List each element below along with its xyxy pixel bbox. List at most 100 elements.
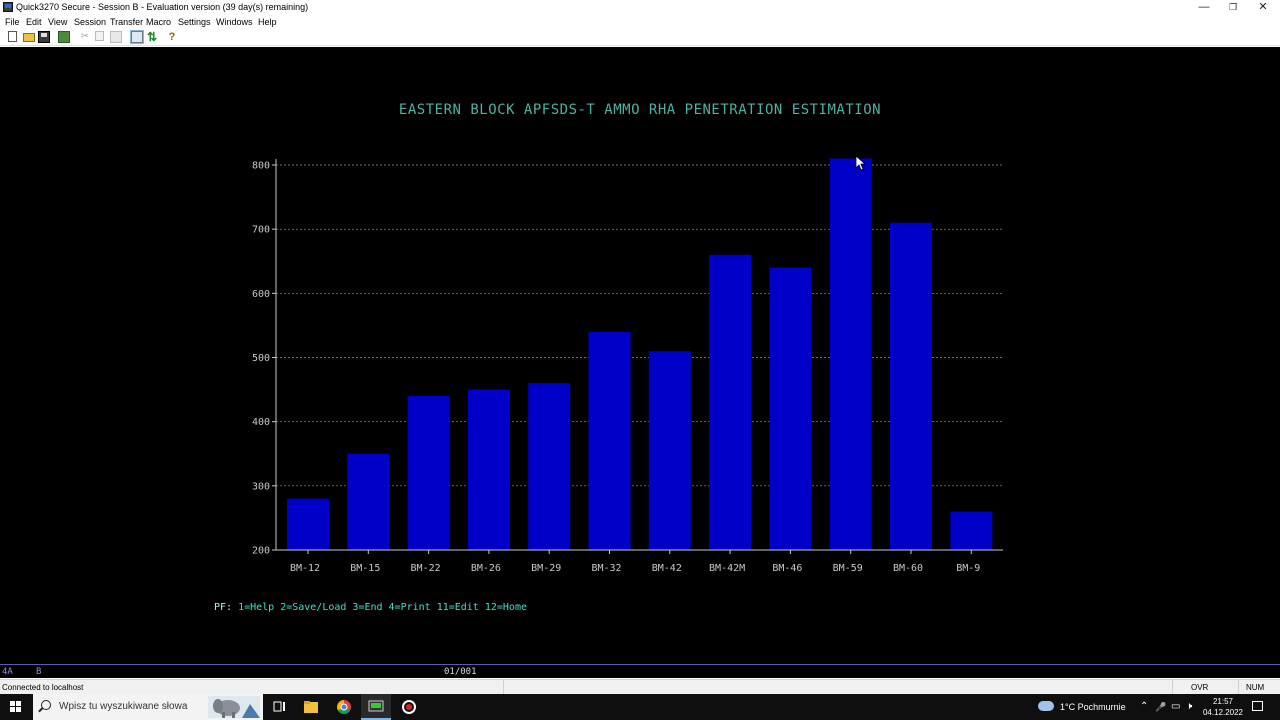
cloud-icon [1038, 701, 1054, 711]
weather-text: 1°C Pochmurnie [1060, 702, 1126, 712]
notification-icon[interactable] [1252, 701, 1263, 711]
volume-icon[interactable]: 🕨 [1186, 701, 1192, 713]
taskbar-clock[interactable]: 21:57 04.12.2022 [1200, 696, 1246, 718]
bar-bm-42 [648, 351, 691, 550]
open-folder-icon[interactable] [23, 33, 35, 42]
menu-help[interactable]: Help [258, 16, 277, 28]
menu-file[interactable]: File [5, 16, 20, 28]
x-tick-label: BM-12 [290, 563, 320, 574]
pf-key-line: PF: 1=Help 2=Save/Load 3=End 4=Print 11=Edit 1… [214, 602, 527, 613]
mouse-pointer-icon [856, 156, 866, 171]
search-icon [41, 700, 51, 710]
y-tick-label: 800 [252, 161, 270, 172]
bar-bm-59 [829, 158, 872, 550]
cursor-position: 01/001 [444, 667, 477, 677]
menu-settings[interactable]: Settings [178, 16, 211, 28]
bar-bm-46 [769, 267, 812, 550]
recorder-app-icon[interactable] [394, 694, 424, 720]
menu-macro[interactable]: Macro [146, 16, 171, 28]
chart-title: EASTERN BLOCK APFSDS-T AMMO RHA PENETRAT… [398, 102, 882, 118]
operator-info-area: 4A B 01/001 [0, 664, 1280, 678]
help-icon[interactable]: ? [166, 31, 178, 43]
menu-transfer[interactable]: Transfer [110, 16, 143, 28]
status-divider [1172, 680, 1173, 695]
connection-status: Connected to localhost [2, 683, 84, 692]
x-tick-label: BM-46 [772, 563, 802, 574]
print-icon[interactable] [58, 31, 70, 43]
x-tick-label: BM-60 [893, 563, 923, 574]
quick3270-taskbar-icon[interactable] [361, 694, 391, 720]
y-tick-label: 500 [252, 353, 270, 364]
menu-windows[interactable]: Windows [216, 16, 253, 28]
pf-key-save-load[interactable]: 2=Save/Load [280, 602, 346, 613]
network-icon[interactable]: ▭ [1171, 701, 1180, 713]
bar-bm-26 [467, 389, 510, 550]
chrome-icon[interactable] [329, 694, 359, 720]
new-file-icon[interactable] [8, 31, 17, 42]
windows-start-icon[interactable] [10, 701, 22, 713]
x-tick-label: BM-42 [652, 563, 682, 574]
pf-prefix: PF: [214, 602, 233, 613]
pf-key-end[interactable]: 3=End [352, 602, 382, 613]
cut-icon[interactable]: ✂ [79, 31, 91, 43]
y-tick-label: 200 [252, 546, 270, 557]
clock-date: 04.12.2022 [1202, 708, 1244, 717]
menu-view[interactable]: View [48, 16, 67, 28]
menu-session[interactable]: Session [74, 16, 106, 28]
paste-icon[interactable] [110, 31, 122, 43]
numlock-indicator: NUM [1246, 683, 1265, 692]
x-tick-label: BM-59 [833, 563, 863, 574]
terminal-screen[interactable]: 200 300 400 500 600 700 800 BM-12 BM-15 BM-22 BM-2… [0, 47, 1280, 664]
microphone-icon[interactable]: 🎤 [1155, 701, 1166, 713]
taskbar-search-box[interactable]: Wpisz tu wyszukiwane słowa [33, 694, 263, 720]
search-highlight-image [208, 696, 260, 718]
pf-key-help[interactable]: 1=Help [238, 602, 274, 613]
menu-edit[interactable]: Edit [26, 16, 42, 28]
clock-time: 21:57 [1212, 697, 1234, 706]
bar-bm-22 [407, 396, 450, 550]
y-tick-label: 600 [252, 289, 270, 300]
y-tick-label: 400 [252, 417, 270, 428]
bar-bm-60 [890, 222, 932, 550]
pf-key-home[interactable]: 12=Home [485, 602, 527, 613]
bar-bm-42m [709, 254, 752, 551]
x-tick-label: BM-29 [531, 563, 561, 574]
restore-button[interactable]: ❐ [1218, 0, 1248, 15]
x-tick-label: BM-42M [709, 563, 745, 574]
mark-icon[interactable] [130, 30, 144, 44]
oia-session-indicator: 4A [2, 667, 13, 677]
overtype-indicator: OVR [1191, 683, 1209, 692]
close-button[interactable]: ✕ [1248, 0, 1278, 15]
tray-chevron-icon[interactable]: ⌃ [1140, 701, 1148, 713]
bar-bm-32 [588, 331, 631, 550]
save-icon[interactable] [38, 31, 50, 43]
status-divider [503, 680, 504, 695]
y-tick-label: 300 [252, 481, 270, 492]
window-title: Quick3270 Secure - Session B - Evaluatio… [16, 2, 309, 12]
bar-bm-9 [950, 511, 993, 550]
bar-bm-15 [347, 453, 390, 550]
status-bar: Connected to localhost OVR NUM [0, 679, 1280, 695]
x-tick-label: BM-22 [411, 563, 441, 574]
app-icon [3, 2, 13, 12]
transfer-icon[interactable]: ⇅ [146, 31, 158, 43]
file-explorer-icon[interactable] [296, 694, 326, 720]
windows-taskbar: Wpisz tu wyszukiwane słowa 1°C Pochmurni… [0, 694, 1280, 720]
x-tick-label: BM-26 [471, 563, 501, 574]
bar-chart: 200 300 400 500 600 700 800 BM-12 BM-15 BM-22 BM-2… [252, 158, 1003, 574]
task-view-icon[interactable] [264, 694, 294, 720]
copy-icon[interactable] [95, 31, 104, 41]
oia-session-letter: B [36, 667, 42, 677]
search-placeholder: Wpisz tu wyszukiwane słowa [59, 701, 188, 712]
status-divider [1238, 680, 1239, 695]
bar-bm-29 [528, 383, 571, 550]
minimize-button[interactable]: — [1189, 0, 1219, 15]
title-bar: Quick3270 Secure - Session B - Evaluatio… [0, 0, 1280, 15]
menu-bar: File Edit View Session Transfer Macro Se… [0, 15, 1280, 29]
pf-key-print[interactable]: 4=Print [389, 602, 431, 613]
bar-bm-12 [287, 498, 329, 550]
toolbar: ✂ ⇅ ? [0, 29, 1280, 46]
x-tick-label: BM-9 [956, 563, 980, 574]
y-tick-label: 700 [252, 225, 270, 236]
pf-key-edit[interactable]: 11=Edit [437, 602, 479, 613]
